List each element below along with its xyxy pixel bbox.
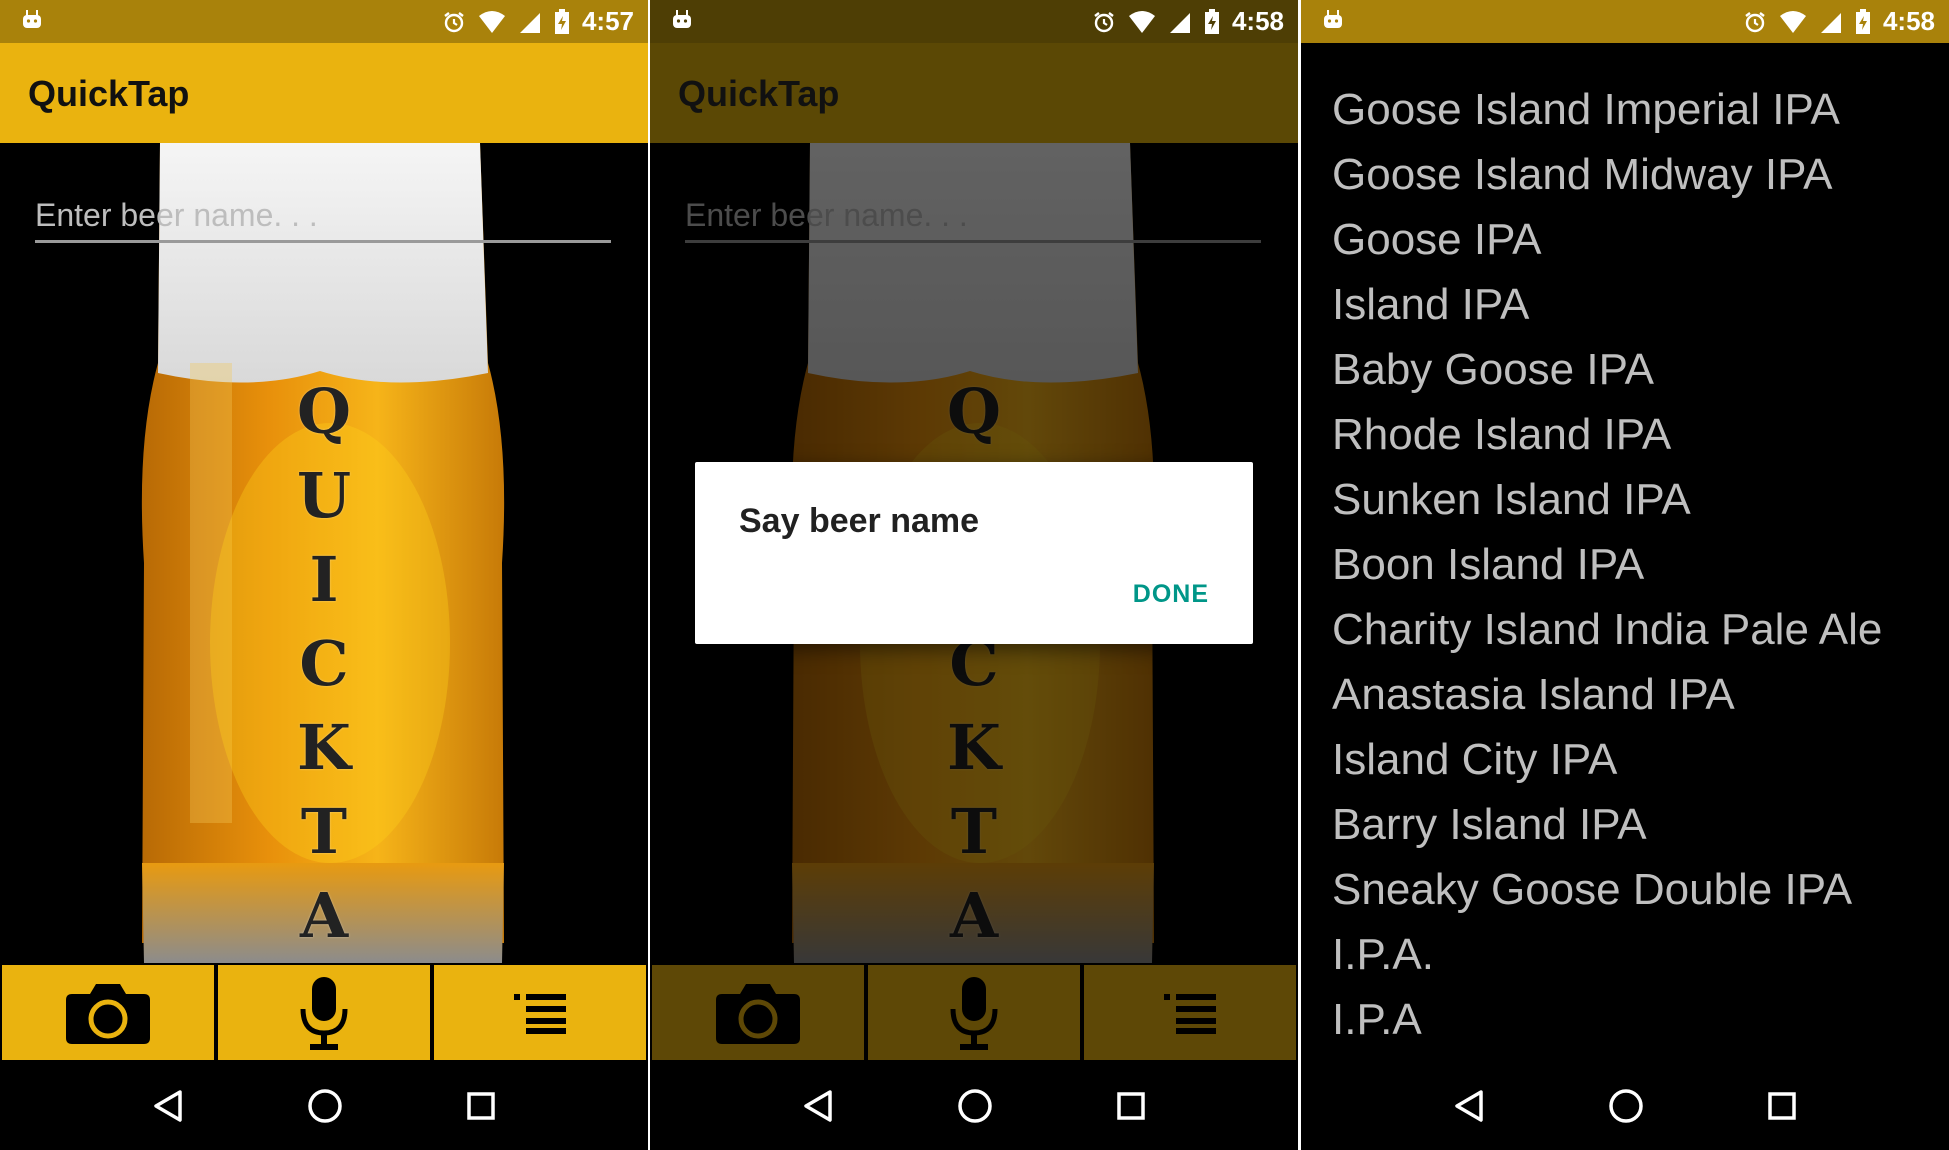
microphone-button[interactable] xyxy=(216,963,432,1062)
status-bar: 4:58 xyxy=(650,0,1298,43)
beer-results-list: Goose Island Imperial IPA Goose Island M… xyxy=(1301,43,1949,1052)
home-icon[interactable] xyxy=(307,1088,343,1124)
screen-voice-dialog: 4:58 QuickTap Q xyxy=(650,0,1298,1150)
recents-icon[interactable] xyxy=(466,1091,496,1121)
home-icon[interactable] xyxy=(957,1088,993,1124)
back-icon[interactable] xyxy=(152,1089,184,1123)
beer-background: Q U I C K T A P xyxy=(0,143,648,963)
list-item[interactable]: Boon Island IPA xyxy=(1301,532,1949,597)
app-title: QuickTap xyxy=(28,73,190,114)
alarm-icon xyxy=(1745,11,1765,32)
app-bar: QuickTap xyxy=(650,43,1298,143)
done-button[interactable]: DONE xyxy=(1133,580,1209,609)
bottom-action-bar xyxy=(0,963,648,1062)
list-item[interactable]: Sunken Island IPA xyxy=(1301,467,1949,532)
alarm-icon xyxy=(444,11,464,32)
list-item[interactable]: Charity Island India Pale Ale xyxy=(1301,597,1949,662)
battery-charging-icon xyxy=(1855,8,1870,34)
logo-letter: T xyxy=(300,795,348,868)
app-bar: QuickTap xyxy=(0,43,648,143)
list-item[interactable]: Sneaky Goose Double IPA xyxy=(1301,857,1949,922)
list-item[interactable]: I.P.A xyxy=(1301,987,1949,1052)
camera-icon xyxy=(66,983,150,1044)
quicktap-vertical-logo: Q U I C K T A P xyxy=(294,375,354,963)
list-item[interactable]: Goose Island Midway IPA xyxy=(1301,142,1949,207)
list-item[interactable]: Baby Goose IPA xyxy=(1301,337,1949,402)
system-nav-bar xyxy=(0,1062,648,1150)
cell-signal-icon xyxy=(1820,12,1841,33)
system-nav-bar xyxy=(1301,1062,1949,1150)
logo-letter: U xyxy=(296,459,352,532)
back-icon[interactable] xyxy=(802,1089,834,1123)
wifi-icon xyxy=(1779,10,1806,33)
logo-letter: I xyxy=(309,543,339,616)
battery-charging-icon xyxy=(554,8,569,34)
logo-letter: K xyxy=(297,711,351,784)
status-bar: 4:57 xyxy=(0,0,648,43)
voice-input-dialog: Say beer name DONE xyxy=(695,462,1253,644)
status-time: 4:57 xyxy=(581,6,634,36)
list-item[interactable]: Island IPA xyxy=(1301,272,1949,337)
list-item[interactable]: Goose Island Imperial IPA xyxy=(1301,77,1949,142)
logo-letter: Q xyxy=(296,375,351,448)
alarm-icon xyxy=(1094,11,1114,32)
android-notification-icon xyxy=(1324,10,1342,28)
list-button[interactable] xyxy=(432,963,648,1062)
list-item[interactable]: Barry Island IPA xyxy=(1301,792,1949,857)
dialog-title: Say beer name xyxy=(739,502,980,540)
screen-home: 4:57 QuickTap Q U I C K T A Enter beer n… xyxy=(0,0,648,1150)
logo-letter: A xyxy=(299,879,349,952)
android-notification-icon xyxy=(673,10,691,28)
battery-charging-icon xyxy=(1204,8,1219,34)
list-item[interactable]: Anastasia Island IPA xyxy=(1301,662,1949,727)
cell-signal-icon xyxy=(1169,12,1190,33)
microphone-icon xyxy=(300,976,348,1050)
list-item[interactable]: Goose IPA xyxy=(1301,207,1949,272)
cell-signal-icon xyxy=(519,12,540,33)
recents-icon[interactable] xyxy=(1767,1091,1797,1121)
wifi-icon xyxy=(1128,10,1155,33)
status-time: 4:58 xyxy=(1882,6,1935,36)
app-title: QuickTap xyxy=(678,73,840,114)
android-notification-icon xyxy=(23,10,41,28)
logo-letter: C xyxy=(299,627,349,700)
status-time: 4:58 xyxy=(1231,6,1284,36)
list-item[interactable]: I.P.A. xyxy=(1301,922,1949,987)
list-icon xyxy=(514,993,566,1034)
back-icon[interactable] xyxy=(1453,1089,1485,1123)
camera-button[interactable] xyxy=(0,963,216,1062)
screen-results: 4:58 Goose Island Imperial IPA Goose Isl… xyxy=(1301,0,1949,1150)
home-icon[interactable] xyxy=(1608,1088,1644,1124)
list-item[interactable]: Rhode Island IPA xyxy=(1301,402,1949,467)
beer-name-input[interactable] xyxy=(35,190,611,243)
status-bar: 4:58 xyxy=(1301,0,1949,43)
list-item[interactable]: Island City IPA xyxy=(1301,727,1949,792)
system-nav-bar xyxy=(650,1062,1298,1150)
recents-icon[interactable] xyxy=(1116,1091,1146,1121)
wifi-icon xyxy=(478,10,505,33)
